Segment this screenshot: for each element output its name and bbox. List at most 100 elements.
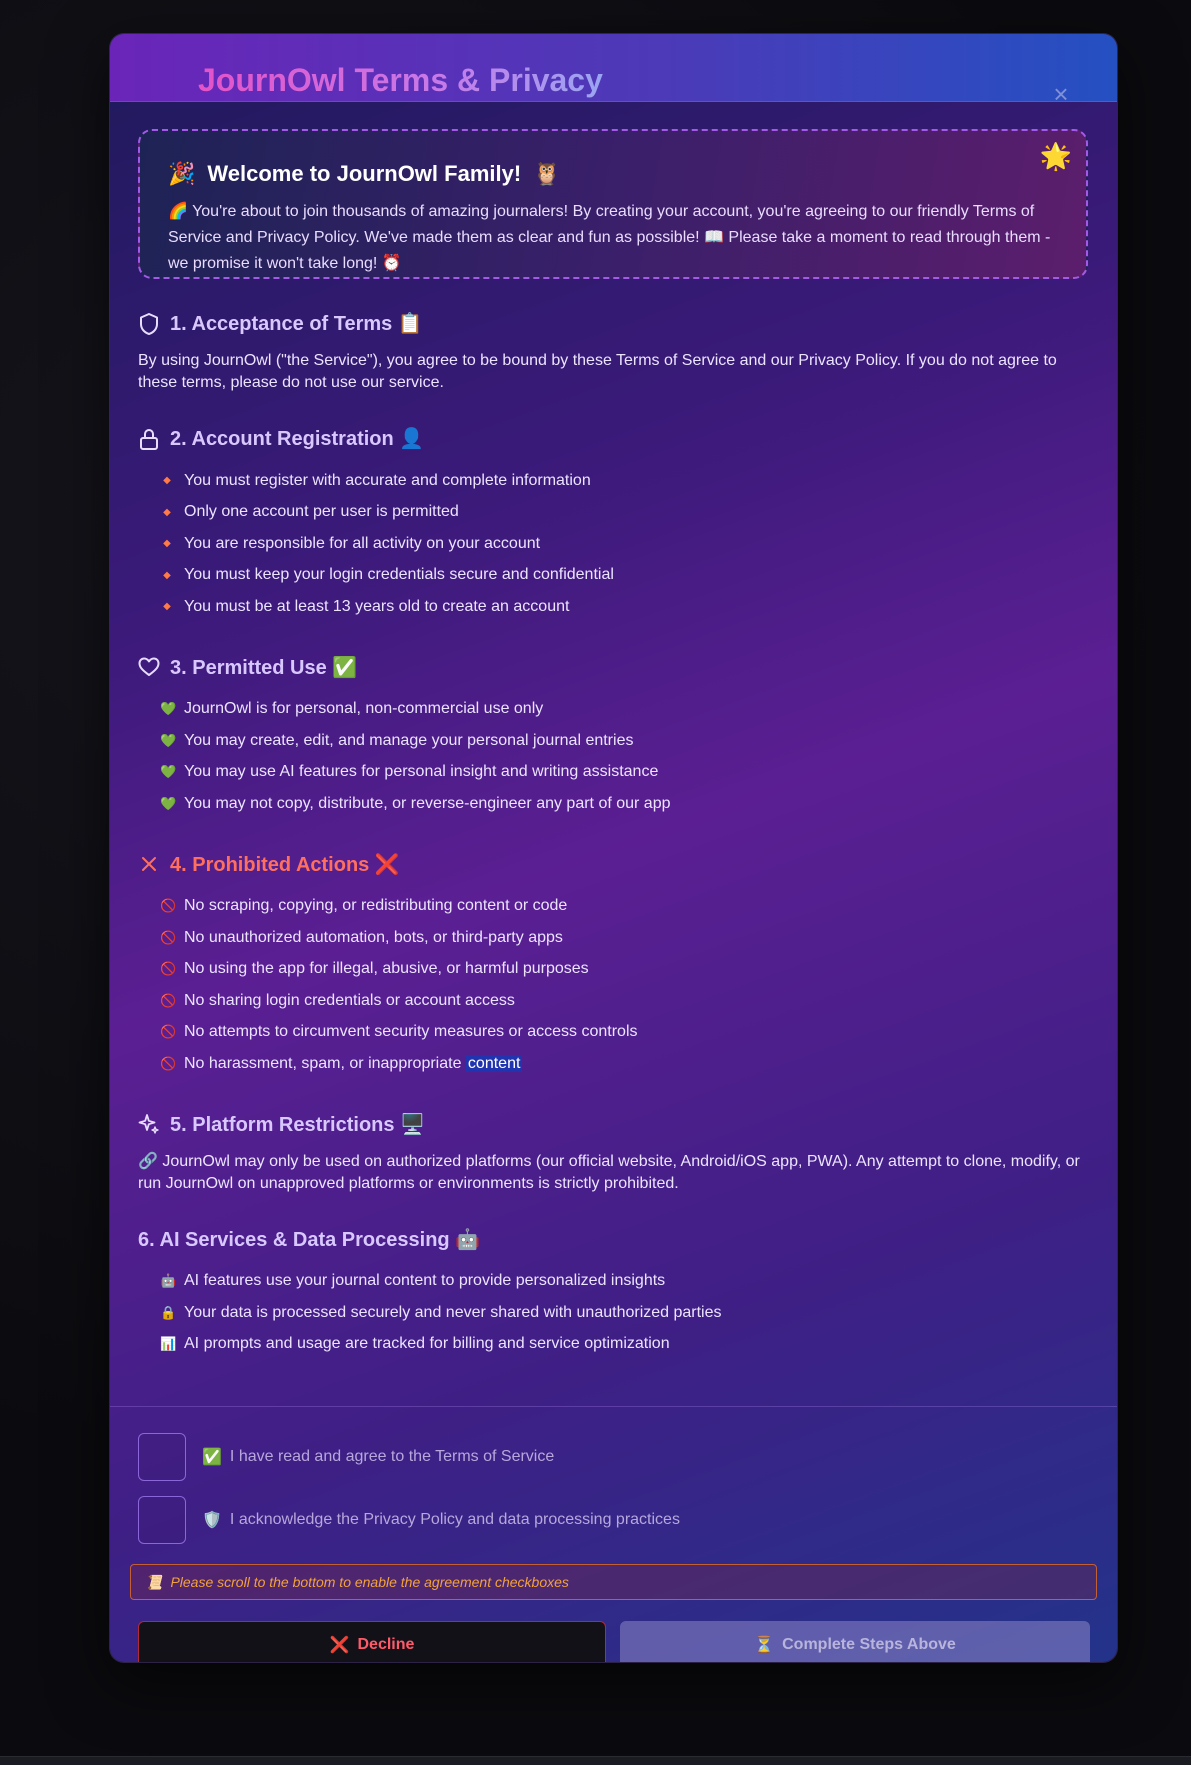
ai-services-list: 🤖 AI features use your journal content to…: [138, 1266, 1088, 1361]
prohibited-icon: 🚫: [160, 992, 177, 1008]
list-item-text: You must be at least 13 years old to cre…: [184, 597, 570, 615]
section-text: By using JournOwl ("the Service"), you a…: [138, 352, 1057, 391]
list-item: 🚫 No using the app for illegal, abusive, …: [160, 954, 1088, 986]
prohibited-list: 🚫 No scraping, copying, or redistributing…: [138, 891, 1088, 1080]
list-item-text: You are responsible for all activity on …: [184, 534, 541, 552]
welcome-card: 🌟 🎉 Welcome to JournOwl Family! 🦉 🌈 You'…: [138, 129, 1088, 279]
terms-label-text: I have read and agree to the Terms of Se…: [229, 1448, 555, 1465]
list-item: ◆ You must register with accurate and com…: [160, 465, 1088, 497]
list-item-text: Your data is processed securely and neve…: [184, 1303, 722, 1321]
list-item-text: You may create, edit, and manage your pe…: [184, 731, 634, 749]
scroll-icon: 📜: [145, 1573, 163, 1590]
permitted-list: 💚 JournOwl is for personal, non-commercia…: [138, 694, 1088, 820]
section-acceptance: 1. Acceptance of Terms 📋 By using JournO…: [138, 311, 1088, 394]
x-icon: [138, 853, 160, 875]
list-item: 📊 AI prompts and usage are tracked for bi…: [160, 1329, 1088, 1361]
complete-steps-button[interactable]: ⏳ Complete Steps Above: [620, 1621, 1090, 1662]
lock-emoji-icon: 🔒: [160, 1304, 177, 1320]
privacy-checkbox-label: 🛡️ I acknowledge the Privacy Policy and …: [202, 1510, 680, 1530]
list-item-text-start: No harassment, spam, or inappropriate: [184, 1054, 466, 1072]
terms-scroll-area[interactable]: 🌟 🎉 Welcome to JournOwl Family! 🦉 🌈 You'…: [110, 101, 1117, 1406]
privacy-checkbox[interactable]: [138, 1496, 186, 1544]
prohibited-icon: 🚫: [160, 961, 177, 977]
diamond-bullet-icon: ◆: [163, 475, 171, 487]
section-title: 5. Platform Restrictions 🖥️: [138, 1112, 1088, 1137]
decline-label: Decline: [357, 1636, 415, 1653]
decline-button[interactable]: ❌ Decline: [138, 1621, 606, 1662]
list-item-text: No harassment, spam, or inappropriate co…: [184, 1054, 523, 1073]
list-item: 💚 JournOwl is for personal, non-commercia…: [160, 694, 1088, 726]
sparkle-icon: 🌟: [1039, 141, 1072, 171]
list-item-text: Only one account per user is permitted: [184, 503, 459, 521]
prohibited-icon: 🚫: [160, 929, 177, 945]
list-item-text: No attempts to circumvent security measu…: [184, 1023, 638, 1041]
sparkles-icon: [138, 1113, 160, 1135]
list-item: ◆ Only one account per user is permitted: [160, 497, 1088, 529]
terms-checkbox-row: ✅ I have read and agree to the Terms of …: [138, 1433, 554, 1481]
welcome-title-text: Welcome to JournOwl Family!: [207, 161, 522, 186]
list-item-text: You must register with accurate and comp…: [184, 471, 591, 489]
list-item: 🚫 No unauthorized automation, bots, or th…: [160, 922, 1088, 954]
list-item: ◆ You must keep your login credentials se…: [160, 560, 1088, 592]
diamond-bullet-icon: ◆: [163, 506, 171, 518]
diamond-bullet-icon: ◆: [163, 569, 171, 581]
check-mark-icon: ✅: [202, 1449, 222, 1466]
robot-icon: 🤖: [160, 1273, 177, 1289]
terms-checkbox[interactable]: [138, 1433, 186, 1481]
green-heart-icon: 💚: [160, 795, 177, 811]
diamond-bullet-icon: ◆: [163, 601, 171, 613]
green-heart-icon: 💚: [160, 732, 177, 748]
terms-content: 🌟 🎉 Welcome to JournOwl Family! 🦉 🌈 You'…: [138, 129, 1088, 1360]
welcome-title: 🎉 Welcome to JournOwl Family! 🦉: [168, 161, 1058, 187]
section-account-registration: 2. Account Registration 👤 ◆ You must regi…: [138, 426, 1088, 623]
prohibited-icon: 🚫: [160, 1055, 177, 1071]
green-heart-icon: 💚: [160, 764, 177, 780]
list-item-text: No unauthorized automation, bots, or thi…: [184, 928, 563, 946]
welcome-text: 🌈 You're about to join thousands of amaz…: [168, 203, 1051, 272]
section-title-text: 6. AI Services & Data Processing 🤖: [138, 1228, 481, 1251]
prohibited-icon: 🚫: [160, 1024, 177, 1040]
diamond-bullet-icon: ◆: [163, 538, 171, 550]
list-item-text: You may not copy, distribute, or reverse…: [184, 794, 671, 812]
modal-footer: ✅ I have read and agree to the Terms of …: [110, 1406, 1117, 1662]
section-title: 1. Acceptance of Terms 📋: [138, 311, 1088, 336]
section-permitted-use: 3. Permitted Use ✅ 💚 JournOwl is for pers…: [138, 655, 1088, 820]
section-title-text: 2. Account Registration 👤: [170, 428, 425, 450]
list-item: 🔒 Your data is processed securely and nev…: [160, 1297, 1088, 1329]
list-item-text: You must keep your login credentials sec…: [184, 566, 614, 584]
section-title-text: 3. Permitted Use ✅: [170, 656, 358, 679]
prohibited-icon: 🚫: [160, 898, 177, 914]
shield-icon: [138, 312, 160, 335]
section-title: 2. Account Registration 👤: [138, 426, 1088, 451]
list-item: 🚫 No sharing login credentials or account…: [160, 985, 1088, 1017]
list-item-text: JournOwl is for personal, non-commercial…: [184, 700, 544, 718]
section-title: 6. AI Services & Data Processing 🤖: [138, 1227, 1088, 1252]
list-item-text: AI prompts and usage are tracked for bil…: [184, 1335, 670, 1353]
list-item: 🚫 No scraping, copying, or redistributing…: [160, 891, 1088, 923]
party-icon: 🎉: [168, 161, 196, 186]
section-title-text: 1. Acceptance of Terms 📋: [170, 313, 423, 335]
section-title: 3. Permitted Use ✅: [138, 655, 1088, 680]
section-title: 4. Prohibited Actions ❌: [138, 852, 1088, 877]
bottom-bar: [0, 1756, 1191, 1765]
section-platform-restrictions: 5. Platform Restrictions 🖥️ 🔗 JournOwl m…: [138, 1112, 1088, 1195]
section-text: 🔗 JournOwl may only be used on authorize…: [138, 1152, 1080, 1192]
text-selection-highlight: content: [465, 1054, 523, 1072]
modal-title: JournOwl Terms & Privacy: [198, 62, 603, 98]
list-item-text: No scraping, copying, or redistributing …: [184, 897, 568, 915]
list-item-text: No using the app for illegal, abusive, o…: [184, 960, 589, 978]
green-heart-icon: 💚: [160, 701, 177, 717]
registration-list: ◆ You must register with accurate and com…: [138, 465, 1088, 623]
x-emoji-icon: ❌: [329, 1637, 350, 1654]
privacy-label-text: I acknowledge the Privacy Policy and dat…: [229, 1511, 680, 1528]
list-item: 💚 You may not copy, distribute, or revers…: [160, 788, 1088, 820]
section-prohibited-actions: 4. Prohibited Actions ❌ 🚫 No scraping, co…: [138, 852, 1088, 1080]
modal-header: JournOwl Terms & Privacy ×: [110, 34, 1117, 107]
scroll-warning: 📜 Please scroll to the bottom to enable …: [130, 1564, 1097, 1600]
hourglass-icon: ⏳: [754, 1637, 775, 1654]
privacy-checkbox-row: 🛡️ I acknowledge the Privacy Policy and …: [138, 1496, 680, 1544]
lock-icon: [138, 428, 160, 450]
complete-label: Complete Steps Above: [782, 1636, 956, 1653]
section-title-text: 4. Prohibited Actions ❌: [170, 853, 400, 876]
list-item: 🚫 No harassment, spam, or inappropriate c…: [160, 1048, 1088, 1080]
